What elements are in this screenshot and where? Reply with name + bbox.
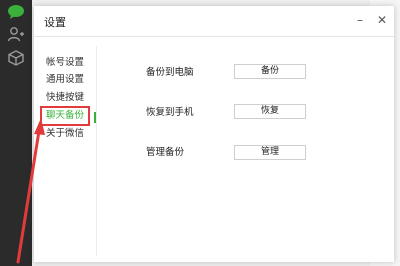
nav-item-general[interactable]: 通用设置 <box>46 73 84 87</box>
chat-icon[interactable] <box>6 2 26 22</box>
settings-dialog: 设置 – ✕ 帐号设置 通用设置 快捷按键 聊天备份 关于微信 备份到电脑 备份… <box>34 6 394 262</box>
contacts-icon[interactable] <box>6 24 26 44</box>
close-icon[interactable]: ✕ <box>374 12 390 28</box>
backup-to-pc-label: 备份到电脑 <box>146 67 194 78</box>
manage-button[interactable]: 管理 <box>234 145 306 160</box>
minimize-icon[interactable]: – <box>352 12 368 28</box>
restore-to-phone-label: 恢复到手机 <box>146 107 194 118</box>
app-sidebar <box>0 0 32 266</box>
restore-button[interactable]: 恢复 <box>234 104 306 119</box>
nav-item-account[interactable]: 帐号设置 <box>46 56 84 70</box>
highlight-box <box>40 106 90 126</box>
nav-divider <box>96 46 97 256</box>
title-bar: 设置 – ✕ <box>34 6 394 37</box>
manage-backup-label: 管理备份 <box>146 147 185 158</box>
nav-item-about[interactable]: 关于微信 <box>46 127 84 141</box>
nav-item-shortcuts[interactable]: 快捷按键 <box>46 91 84 105</box>
dialog-title: 设置 <box>44 16 66 29</box>
favorites-icon[interactable] <box>6 48 26 68</box>
backup-button[interactable]: 备份 <box>234 64 306 79</box>
